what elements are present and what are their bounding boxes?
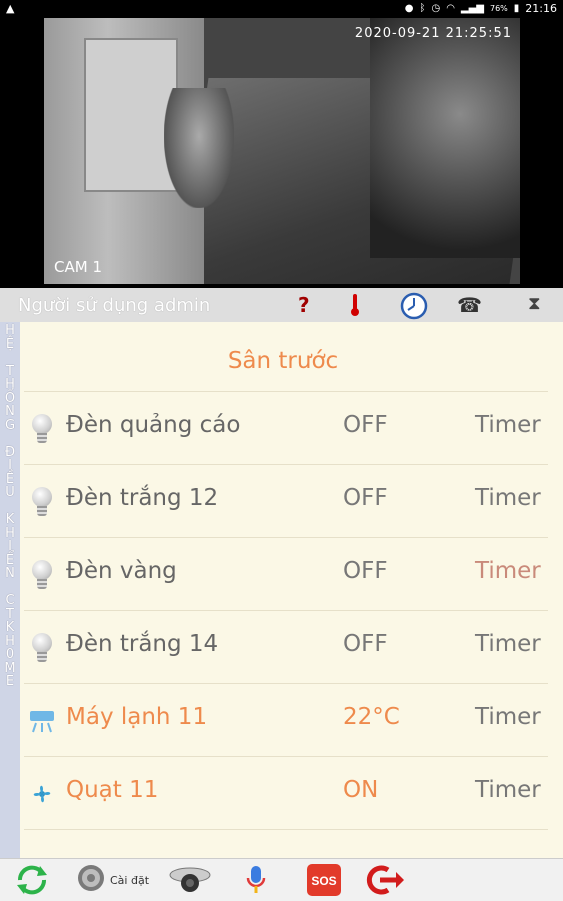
device-row[interactable]: Máy lạnh 11 22°C Timer (20, 684, 563, 757)
logout-icon[interactable] (366, 863, 404, 897)
settings-label: Cài đặt (110, 873, 150, 887)
device-name: Quạt 11 (66, 777, 159, 803)
camera-timestamp: 2020-09-21 21:25:51 (354, 26, 512, 41)
device-row[interactable]: Quạt 11 ON Timer (20, 757, 563, 830)
air-conditioner-icon (28, 704, 56, 738)
device-name: Đèn vàng (66, 558, 177, 584)
bulb-icon (28, 631, 56, 665)
system-side-label: HỆ THỐNG ĐIỀU KHIỂN CTKH0ME (0, 322, 20, 858)
svg-text:SOS: SOS (311, 874, 336, 888)
camera-feed[interactable]: 2020-09-21 21:25:51 CAM 1 (44, 18, 520, 284)
bulb-icon (28, 485, 56, 519)
wifi-icon: ◠ (446, 3, 455, 14)
device-name: Máy lạnh 11 (66, 704, 208, 730)
side-vertical-text: HỆ THỐNG ĐIỀU KHIỂN CTKH0ME (4, 323, 16, 689)
section-title: Sân trước (227, 348, 339, 374)
refresh-icon[interactable] (14, 863, 50, 897)
temperature-setting[interactable]: 22°C (343, 704, 400, 730)
device-row[interactable]: Đèn quảng cáo OFF Timer (20, 392, 563, 465)
camera-label: CAM 1 (54, 258, 102, 276)
status-bar: ▲ ● ᛒ ◷ ◠ ▂▄▆ 76% ▮ 21:16 (0, 0, 563, 18)
sos-icon[interactable]: SOS (306, 863, 342, 897)
device-name: Đèn trắng 14 (66, 631, 219, 657)
timer-button[interactable]: Timer (475, 485, 541, 511)
warning-icon: ▲ (6, 2, 15, 15)
battery-level: 76% (490, 4, 508, 13)
timer-button[interactable]: Timer (475, 412, 541, 438)
header-bar: Người sử dụng admin ? ☎ ⧗ (0, 288, 563, 322)
location-icon: ● (404, 3, 414, 14)
bulb-icon (28, 558, 56, 592)
alarm-icon: ◷ (431, 3, 441, 14)
settings-button[interactable]: Cài đặt (76, 863, 149, 897)
timer-button[interactable]: Timer (475, 631, 541, 657)
battery-icon: ▮ (513, 3, 520, 14)
device-state-toggle[interactable]: OFF (343, 485, 388, 511)
microphone-icon[interactable] (244, 863, 268, 897)
clock-icon[interactable] (400, 292, 428, 325)
device-row[interactable]: Đèn trắng 12 OFF Timer (20, 465, 563, 538)
hourglass-icon[interactable]: ⧗ (528, 293, 541, 314)
thermometer-icon[interactable] (347, 293, 363, 322)
bluetooth-icon: ᛒ (419, 3, 426, 14)
phone-icon[interactable]: ☎ (457, 293, 482, 317)
signal-icon: ▂▄▆ (460, 3, 484, 14)
device-row[interactable]: Đèn trắng 14 OFF Timer (20, 611, 563, 684)
help-icon[interactable]: ? (298, 293, 310, 317)
bulb-icon (28, 412, 56, 446)
settings-icon (76, 863, 106, 897)
bottom-toolbar: Cài đặt SOS (0, 858, 563, 901)
timer-button[interactable]: Timer (475, 558, 541, 584)
user-label: Người sử dụng admin (18, 295, 211, 316)
device-list-panel: Sân trước Đèn quảng cáo OFF Timer Đèn tr… (20, 322, 563, 858)
clock-time: 21:16 (525, 2, 557, 15)
device-name: Đèn trắng 12 (66, 485, 219, 511)
device-state-toggle[interactable]: OFF (343, 558, 388, 584)
device-name: Đèn quảng cáo (66, 412, 241, 438)
device-state-toggle[interactable]: OFF (343, 412, 388, 438)
device-state-toggle[interactable]: OFF (343, 631, 388, 657)
device-row[interactable]: Đèn vàng OFF Timer (20, 538, 563, 611)
timer-button[interactable]: Timer (475, 777, 541, 803)
device-state-toggle[interactable]: ON (343, 777, 378, 803)
camera-icon[interactable] (168, 863, 212, 897)
timer-button[interactable]: Timer (475, 704, 541, 730)
fan-icon (28, 777, 56, 811)
